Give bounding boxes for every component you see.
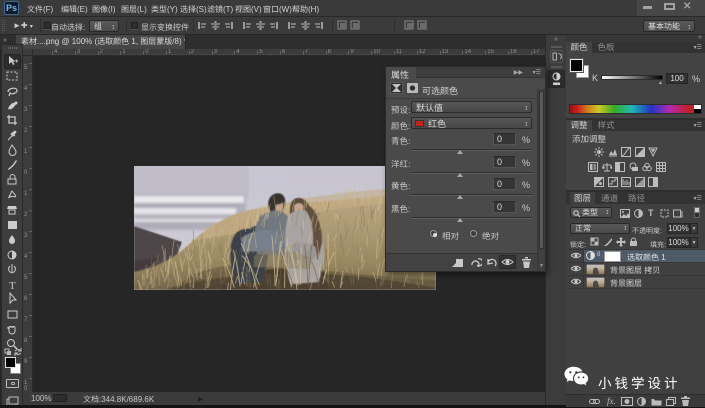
svg-text:T: T	[9, 280, 16, 292]
